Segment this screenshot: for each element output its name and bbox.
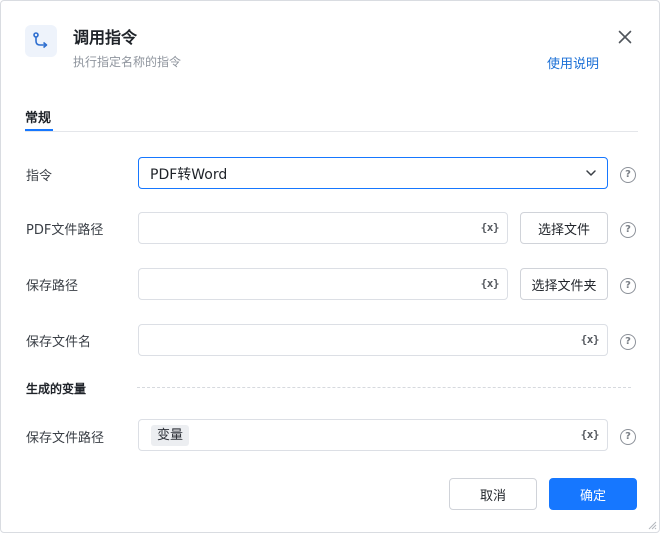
save-file-path-variable-button[interactable]: {x} xyxy=(581,428,600,441)
generated-variables-heading: 生成的变量 xyxy=(26,382,87,396)
save-file-path-label: 保存文件路径 xyxy=(26,431,105,446)
command-help-icon[interactable]: ? xyxy=(620,167,636,183)
choose-file-button[interactable]: 选择文件 xyxy=(520,212,608,244)
pdf-path-label: PDF文件路径 xyxy=(26,223,104,238)
save-path-help-icon[interactable]: ? xyxy=(620,278,636,294)
usage-help-link[interactable]: 使用说明 xyxy=(547,53,599,72)
close-button[interactable] xyxy=(615,27,635,47)
save-path-label: 保存路径 xyxy=(26,279,79,294)
dialog-subtitle: 执行指定名称的指令 xyxy=(73,55,182,69)
command-select[interactable]: PDF转Word xyxy=(138,157,608,189)
save-file-path-help-icon[interactable]: ? xyxy=(620,429,636,445)
command-select-value: PDF转Word xyxy=(150,167,228,183)
pdf-path-help-icon[interactable]: ? xyxy=(620,222,636,238)
confirm-button[interactable]: 确定 xyxy=(549,478,637,510)
section-divider xyxy=(137,387,631,388)
pdf-path-input[interactable]: {x} xyxy=(138,212,508,244)
choose-folder-button[interactable]: 选择文件夹 xyxy=(520,268,608,300)
save-file-path-variable-field[interactable]: 变量 {x} xyxy=(138,419,608,451)
close-icon xyxy=(618,30,632,44)
dialog-title: 调用指令 xyxy=(73,28,138,47)
variable-tag[interactable]: 变量 xyxy=(151,425,190,446)
cancel-button[interactable]: 取消 xyxy=(449,478,537,510)
save-path-variable-button[interactable]: {x} xyxy=(481,277,500,290)
resize-grip-icon[interactable] xyxy=(647,520,657,530)
pdf-path-variable-button[interactable]: {x} xyxy=(481,221,500,234)
save-filename-input[interactable]: {x} xyxy=(138,324,608,356)
save-filename-help-icon[interactable]: ? xyxy=(620,334,636,350)
save-filename-variable-button[interactable]: {x} xyxy=(581,333,600,346)
command-label: 指令 xyxy=(26,169,53,184)
chevron-down-icon xyxy=(586,170,596,176)
save-path-input[interactable]: {x} xyxy=(138,268,508,300)
invoke-command-dialog: 调用指令 执行指定名称的指令 使用说明 常规 指令 PDF转Word ? PDF… xyxy=(0,0,660,533)
save-filename-label: 保存文件名 xyxy=(26,335,92,350)
command-flow-icon xyxy=(25,25,57,57)
tab-general[interactable]: 常规 xyxy=(25,107,51,126)
tab-divider xyxy=(25,131,638,132)
